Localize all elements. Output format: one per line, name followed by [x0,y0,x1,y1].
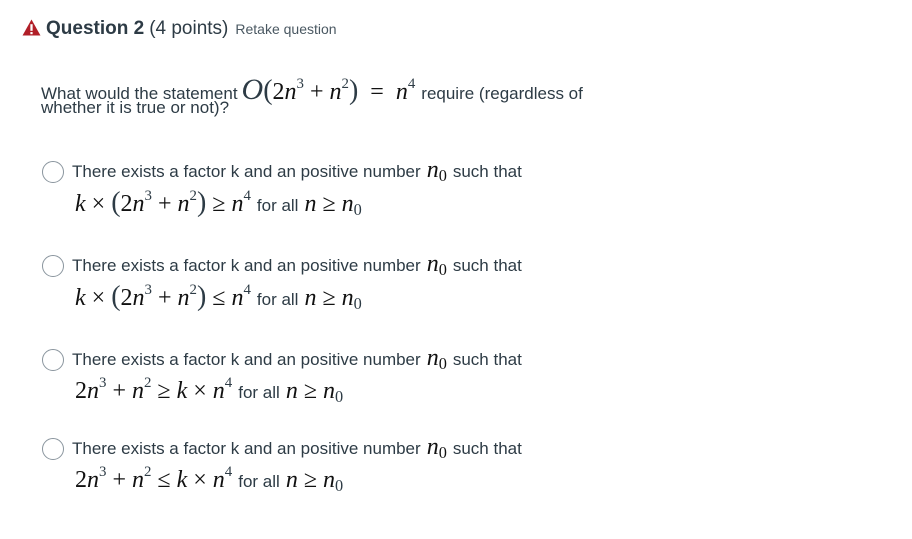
option-text-tail: such that [452,439,522,458]
question-points: (4 points) [149,18,229,39]
radio-button[interactable] [42,438,64,460]
n0-symbol: n0 [426,251,447,280]
n0-symbol: n0 [426,434,447,463]
condition-label: for all [256,290,299,309]
retake-question-label: Retake question [235,21,337,37]
condition-label: for all [256,196,299,215]
question-prompt: What would the statement O(2n3 + n2) = n4 re… [41,64,741,123]
prompt-text-after: require (regardless of [421,84,583,103]
question-title: Question 2 [46,18,145,39]
option-expression: k × (2n3 + n2) ≥ n4 for all n ≥ n0 [75,187,362,220]
n0-symbol: n0 [426,345,447,374]
radio-button[interactable] [42,161,64,183]
option-text: There exists a factor k and an positive … [72,256,421,275]
option-text: There exists a factor k and an positive … [72,350,421,369]
question-header: Question 2 (4 points) Retake question [22,17,337,43]
answer-option-3[interactable]: There exists a factor k and an positive … [42,345,762,409]
option-text: There exists a factor k and an positive … [72,162,421,181]
option-text-tail: such that [452,256,522,275]
option-text-tail: such that [452,350,522,369]
prompt-math: O(2n3 + n2) = n4 [241,73,416,106]
radio-button[interactable] [42,349,64,371]
option-text-tail: such that [452,162,522,181]
n0-symbol: n0 [426,157,447,186]
option-expression: 2n3 + n2 ≤ k × n4 for all n ≥ n0 [75,464,344,496]
condition-label: for all [238,383,280,403]
radio-button[interactable] [42,255,64,277]
option-expression: 2n3 + n2 ≥ k × n4 for all n ≥ n0 [75,375,344,407]
option-text: There exists a factor k and an positive … [72,439,421,458]
option-expression: k × (2n3 + n2) ≤ n4 for all n ≥ n0 [75,281,362,314]
warning-icon [22,19,41,36]
answer-option-1[interactable]: There exists a factor k and an positive … [42,157,762,221]
condition-label: for all [238,472,280,492]
answer-option-2[interactable]: There exists a factor k and an positive … [42,251,762,315]
answer-option-4[interactable]: There exists a factor k and an positive … [42,434,762,498]
